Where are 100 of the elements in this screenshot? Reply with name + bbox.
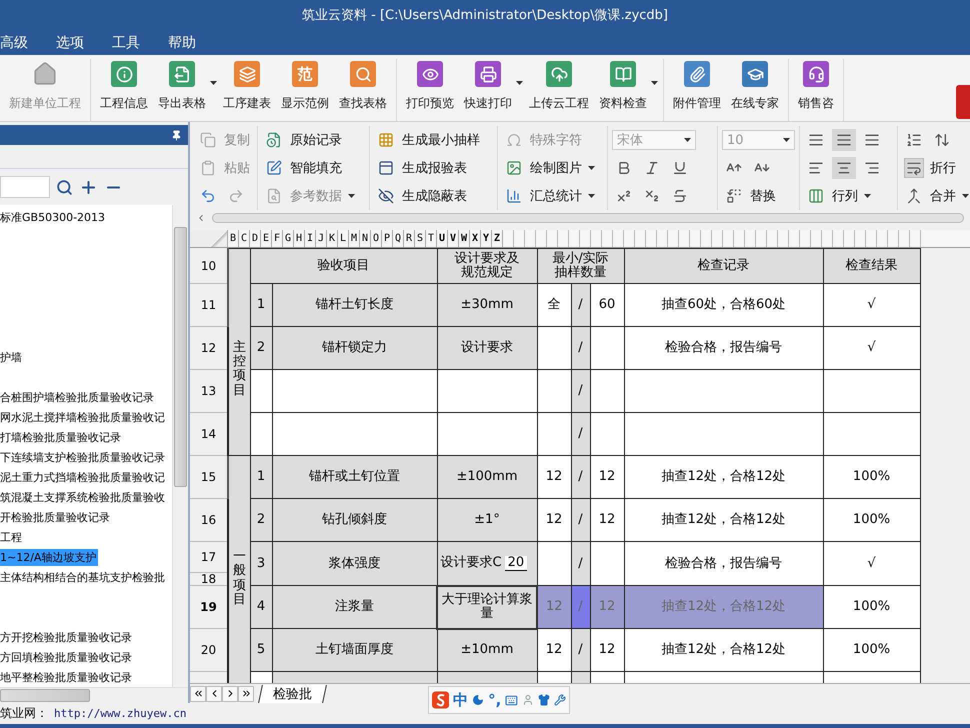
ribbon-button[interactable]: 绘制图片	[502, 158, 597, 178]
sheet-tab[interactable]: 检验批	[258, 684, 327, 702]
column-letter[interactable]: T	[426, 230, 437, 247]
last-sheet-button[interactable]	[238, 686, 254, 702]
column-letter[interactable]: P	[382, 230, 393, 247]
row-header[interactable]: 11	[190, 284, 227, 326]
menu-item[interactable]: 帮助	[168, 34, 208, 52]
column-letter[interactable]: K	[327, 230, 338, 247]
column-letter[interactable]: X	[470, 230, 481, 247]
tree-item[interactable]: 筑混凝土支撑系统检验批质量验收	[0, 488, 167, 506]
ribbon-button[interactable]: 生成报验表	[374, 158, 469, 178]
ribbon-button[interactable]: 折行	[902, 158, 958, 178]
menu-item[interactable]: 选项	[56, 34, 96, 52]
toolbar-button[interactable]: 附件管理	[668, 59, 726, 121]
spec-field[interactable]: 20	[504, 556, 528, 571]
row-header[interactable]: 14	[190, 412, 227, 456]
toolbar-button[interactable]: 范 显示范例	[276, 59, 334, 121]
caret-icon	[516, 81, 523, 85]
tree-item[interactable]: 打墙检验批质量验收记录	[0, 428, 123, 446]
ribbon-button[interactable]: 生成隐蔽表	[374, 186, 469, 206]
ribbon-button[interactable]: 智能填充	[262, 158, 344, 178]
column-letter[interactable]: G	[283, 230, 294, 247]
column-letter[interactable]: U	[437, 230, 448, 247]
toolbar-button[interactable]: 打印预览	[401, 59, 459, 121]
menu-item[interactable]: 工具	[112, 34, 152, 52]
previous-sheet-button[interactable]	[206, 686, 222, 702]
table-cell: 12	[537, 456, 571, 498]
toolbar-button[interactable]: 导出表格	[153, 59, 218, 121]
tree-item[interactable]: 工程	[0, 528, 24, 546]
column-letter[interactable]: I	[305, 230, 316, 247]
column-letter[interactable]: V	[448, 230, 459, 247]
row-header[interactable]: 17	[190, 542, 227, 572]
tree-item[interactable]: 开检验批质量验收记录	[0, 508, 112, 526]
next-sheet-button[interactable]	[222, 686, 238, 702]
column-letter[interactable]: F	[272, 230, 283, 247]
column-letter[interactable]: Z	[492, 230, 503, 247]
tree-item[interactable]: 1~12/A轴边坡支护	[0, 548, 98, 566]
column-letter[interactable]: H	[294, 230, 305, 247]
column-letter[interactable]: C	[239, 230, 250, 247]
tree-item[interactable]: 标准GB50300-2013	[0, 208, 108, 226]
toolbar-button[interactable]: 资料检查	[594, 59, 659, 121]
row-header[interactable]: 15	[190, 456, 227, 498]
menu-item[interactable]: 高级	[0, 34, 40, 52]
row-header[interactable]: 19	[190, 586, 227, 628]
toolbar-button[interactable]: 工程信息	[95, 59, 153, 121]
ribbon-button[interactable]: 汇总统计	[502, 186, 597, 206]
align-middle-button[interactable]	[832, 129, 856, 151]
column-letter[interactable]: D	[250, 230, 261, 247]
column-letter[interactable]: B	[228, 230, 239, 247]
ribbon-button[interactable]: 行列	[804, 186, 873, 206]
website-link[interactable]: http://www.zhuyew.cn	[54, 707, 186, 720]
row-header[interactable]: 16	[190, 498, 227, 542]
tree-item[interactable]: 下连续墙支护检验批质量验收记录	[0, 448, 167, 466]
toolbar-button[interactable]: 销售咨	[793, 59, 839, 121]
row-header[interactable]: 20	[190, 628, 227, 672]
tree-item[interactable]: 主体结构相结合的基坑支护检验批	[0, 568, 167, 586]
search-field[interactable]	[0, 176, 50, 198]
punctuation-mode[interactable]: °,	[488, 691, 502, 709]
row-header[interactable]: 12	[190, 326, 227, 370]
horizontal-scrollbar[interactable]	[0, 687, 188, 703]
column-letter[interactable]: S	[415, 230, 426, 247]
column-letter[interactable]: L	[338, 230, 349, 247]
first-sheet-button[interactable]	[190, 686, 206, 702]
column-letter[interactable]: M	[349, 230, 360, 247]
toolbar-button[interactable]: 在线专家	[726, 59, 784, 121]
ribbon-button[interactable]: 替换	[722, 186, 778, 206]
align-center-button[interactable]	[832, 157, 856, 179]
wrench-icon[interactable]	[554, 693, 566, 707]
column-letter[interactable]: W	[459, 230, 470, 247]
column-letter[interactable]: E	[261, 230, 272, 247]
tree-item[interactable]: 泥土重力式挡墙检验批质量验收记	[0, 468, 167, 486]
column-letter[interactable]: R	[404, 230, 415, 247]
ribbon-scrollbar[interactable]	[212, 213, 964, 223]
pin-icon[interactable]	[171, 130, 182, 140]
tree-item[interactable]: 护墙	[0, 348, 24, 366]
keyboard-icon[interactable]	[505, 692, 518, 708]
ribbon-button[interactable]: 合并	[902, 186, 970, 206]
column-letter[interactable]: O	[371, 230, 382, 247]
column-letter[interactable]: Q	[393, 230, 404, 247]
tree-item[interactable]: 方回填检验批质量验收记录	[0, 648, 134, 666]
column-letter[interactable]: J	[316, 230, 327, 247]
search-icon[interactable]	[56, 178, 73, 196]
ime-mode[interactable]: 中	[453, 690, 468, 710]
column-letter[interactable]: Y	[481, 230, 492, 247]
toolbar-button[interactable]: 上传云工程	[524, 59, 594, 121]
column-letter[interactable]: N	[360, 230, 371, 247]
toolbar-button[interactable]: 查找表格	[334, 59, 392, 121]
moon-icon[interactable]	[472, 693, 484, 707]
toolbar-button[interactable]: 快速打印	[459, 59, 524, 121]
row-header[interactable]: 13	[190, 370, 227, 412]
tree-item[interactable]: 方开挖检验批质量验收记录	[0, 628, 134, 646]
toolbar-button[interactable]: 工序建表	[218, 59, 276, 121]
tree-item[interactable]: 地平整检验批质量验收记录	[0, 668, 134, 686]
tree-item[interactable]: 网水泥土搅拌墙检验批质量验收记	[0, 408, 167, 426]
ribbon-button[interactable]: 原始记录	[262, 130, 344, 150]
shirt-icon[interactable]	[538, 693, 550, 707]
ribbon-button[interactable]: 生成最小抽样	[374, 130, 482, 150]
row-header[interactable]: 18	[190, 572, 227, 586]
tree-item[interactable]: 合桩围护墙检验批质量验收记录	[0, 388, 156, 406]
vertical-scrollbar[interactable]	[172, 205, 188, 687]
